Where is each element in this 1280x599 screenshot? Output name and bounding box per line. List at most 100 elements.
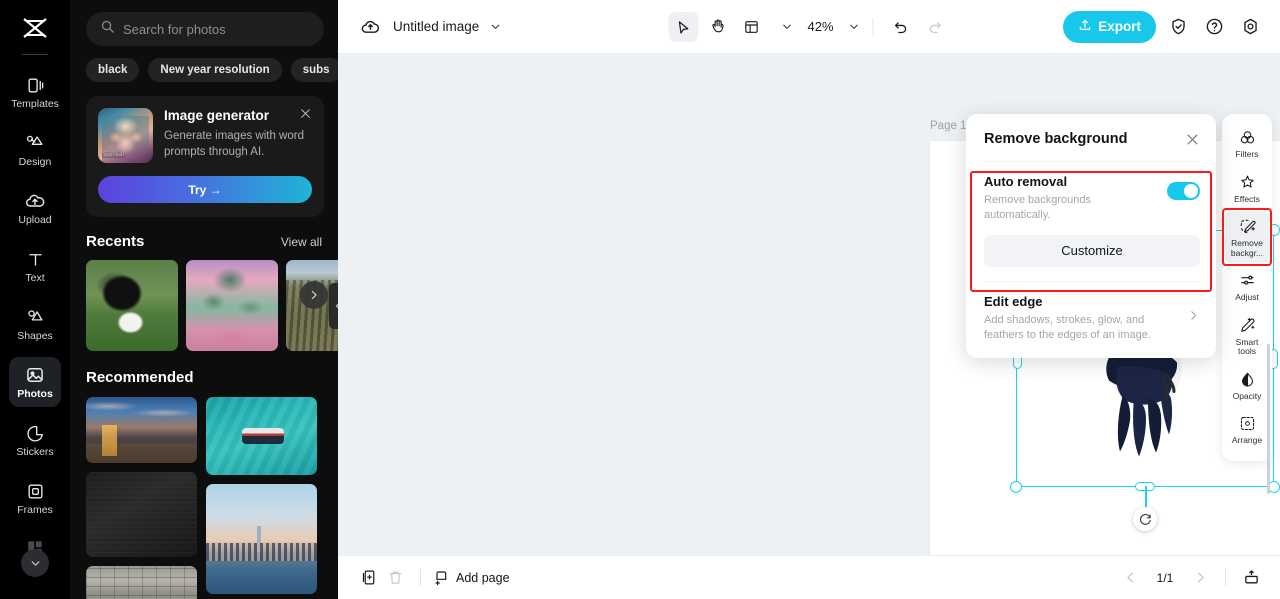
next-page-chevron-right-icon[interactable]	[1187, 565, 1213, 591]
sidebar-item-photos[interactable]: Photos	[9, 357, 61, 407]
promo-thumb-badge: Surreal	[102, 152, 126, 158]
select-tool-button[interactable]	[668, 11, 699, 42]
remove-background-header: Remove background	[966, 114, 1216, 161]
recents-thumb-fantasy[interactable]	[186, 260, 278, 351]
effects-star-icon	[1239, 173, 1256, 192]
recommended-thumb-dark[interactable]	[86, 472, 197, 557]
promo-text-block: Image generator Generate images with wor…	[164, 108, 312, 163]
page-label: Page 1	[930, 120, 967, 132]
trash-icon[interactable]	[382, 565, 408, 591]
opacity-droplet-icon	[1239, 370, 1256, 389]
recommended-title: Recommended	[86, 369, 194, 386]
chevron-right-icon[interactable]	[1187, 309, 1200, 327]
capcut-logo[interactable]	[18, 14, 52, 44]
auto-removal-toggle[interactable]	[1167, 182, 1200, 200]
promo-try-button[interactable]: Try →	[98, 176, 312, 203]
right-rail-item-remove-background[interactable]: Remove backgr...	[1222, 208, 1272, 267]
right-rail-item-opacity[interactable]: Opacity	[1225, 364, 1269, 407]
settings-gear-icon[interactable]	[1236, 13, 1264, 41]
upload-cloud-icon	[25, 191, 46, 212]
right-rail-label: Smart tools	[1235, 336, 1259, 357]
right-rail-item-adjust[interactable]: Adjust	[1225, 265, 1269, 308]
question-circle-icon[interactable]	[1200, 13, 1228, 41]
recommended-column-left	[86, 397, 197, 599]
rail-divider	[22, 54, 48, 55]
sidebar-item-frames[interactable]: Frames	[9, 473, 61, 523]
rotate-stem	[1145, 486, 1147, 507]
recommended-thumb-city[interactable]	[86, 397, 197, 463]
zoom-level[interactable]: 42%	[807, 19, 833, 34]
layout-tool-button[interactable]	[736, 12, 766, 42]
top-center-tools: 42%	[668, 11, 950, 42]
prev-page-chevron-left-icon[interactable]	[1117, 565, 1143, 591]
duplicate-page-icon[interactable]	[356, 565, 382, 591]
sidebar-item-label: Photos	[17, 387, 53, 400]
add-page-button[interactable]: Add page	[433, 570, 510, 586]
toggle-knob	[1184, 184, 1198, 198]
document-title[interactable]: Untitled image	[393, 19, 479, 34]
right-rail-item-filters[interactable]: Filters	[1225, 122, 1269, 165]
photos-icon	[25, 365, 46, 386]
hand-tool-button[interactable]	[702, 12, 732, 42]
search-input[interactable]	[123, 21, 310, 37]
canvas-area[interactable]: Page 1 Remove background Auto removal Re…	[338, 54, 1280, 555]
right-rail-label: Filters	[1235, 149, 1259, 159]
shapes-icon	[25, 307, 46, 328]
search-box[interactable]	[86, 12, 324, 46]
layout-chevron-down-icon[interactable]	[780, 20, 793, 33]
stickers-icon	[25, 423, 46, 444]
sidebar-item-shapes[interactable]: Shapes	[9, 299, 61, 349]
recommended-column-right	[206, 397, 317, 599]
top-right-actions: Export	[1063, 10, 1264, 43]
right-rail-scrollbar[interactable]	[1267, 344, 1270, 494]
recents-thumb-magpie[interactable]	[86, 260, 178, 351]
rail-more-section	[21, 539, 49, 577]
adjust-sliders-icon	[1239, 271, 1256, 290]
top-toolbar: Untitled image 42% Export	[338, 0, 1280, 54]
resize-handle-bottom-left[interactable]	[1010, 480, 1023, 493]
zoom-chevron-down-icon[interactable]	[848, 20, 861, 33]
recommended-thumb-skyline[interactable]	[206, 484, 317, 594]
right-rail-label: Adjust	[1235, 292, 1259, 303]
sidebar-item-design[interactable]: Design	[9, 125, 61, 175]
close-icon[interactable]	[1185, 132, 1200, 147]
main-area: Untitled image 42% Export Page 1 Remove …	[338, 0, 1280, 599]
sidebar-item-templates[interactable]: Templates	[9, 67, 61, 117]
chevron-right-icon[interactable]	[300, 281, 328, 309]
recents-header: Recents View all	[70, 217, 338, 250]
sidebar-item-upload[interactable]: Upload	[9, 183, 61, 233]
edit-edge-section[interactable]: Edit edge Add shadows, strokes, glow, an…	[966, 282, 1216, 359]
text-icon	[25, 249, 46, 270]
undo-button[interactable]	[886, 12, 916, 42]
right-rail-item-smart-tools[interactable]: Smart tools	[1225, 310, 1269, 362]
toolbar-divider	[872, 17, 874, 36]
auto-removal-title: Auto removal	[984, 174, 1068, 189]
chevron-down-icon[interactable]	[21, 549, 49, 577]
close-icon[interactable]	[299, 107, 312, 125]
edit-edge-description: Add shadows, strokes, glow, and feathers…	[984, 313, 1151, 341]
right-rail-label: Remove backgr...	[1230, 238, 1264, 258]
sidebar-item-label: Upload	[18, 213, 52, 226]
right-rail-item-arrange[interactable]: Arrange	[1225, 408, 1269, 451]
recommended-thumb-boat[interactable]	[206, 397, 317, 475]
export-tray-icon[interactable]	[1238, 565, 1264, 591]
shield-check-icon[interactable]	[1164, 13, 1192, 41]
sidebar-item-text[interactable]: Text	[9, 241, 61, 291]
edit-edge-title: Edit edge	[984, 293, 1043, 309]
export-button[interactable]: Export	[1063, 10, 1156, 43]
chip-black[interactable]: black	[86, 58, 140, 82]
panel-collapse-handle[interactable]	[329, 283, 338, 329]
chip-subs[interactable]: subs	[290, 58, 338, 82]
recents-view-all-link[interactable]: View all	[281, 235, 322, 249]
chevron-down-icon[interactable]	[489, 20, 502, 33]
customize-button[interactable]: Customize	[984, 234, 1200, 267]
right-rail-item-effects[interactable]: Effects	[1225, 167, 1269, 210]
cloud-sync-icon[interactable]	[360, 16, 381, 37]
redo-button[interactable]	[920, 12, 950, 42]
rotate-icon[interactable]	[1133, 507, 1157, 531]
recommended-thumb-stone[interactable]	[86, 566, 197, 599]
sidebar-item-label: Text	[25, 271, 45, 284]
sidebar-item-stickers[interactable]: Stickers	[9, 415, 61, 465]
chip-new-year-resolution[interactable]: New year resolution	[148, 58, 282, 82]
remove-background-panel: Remove background Auto removal Remove ba…	[966, 114, 1216, 359]
